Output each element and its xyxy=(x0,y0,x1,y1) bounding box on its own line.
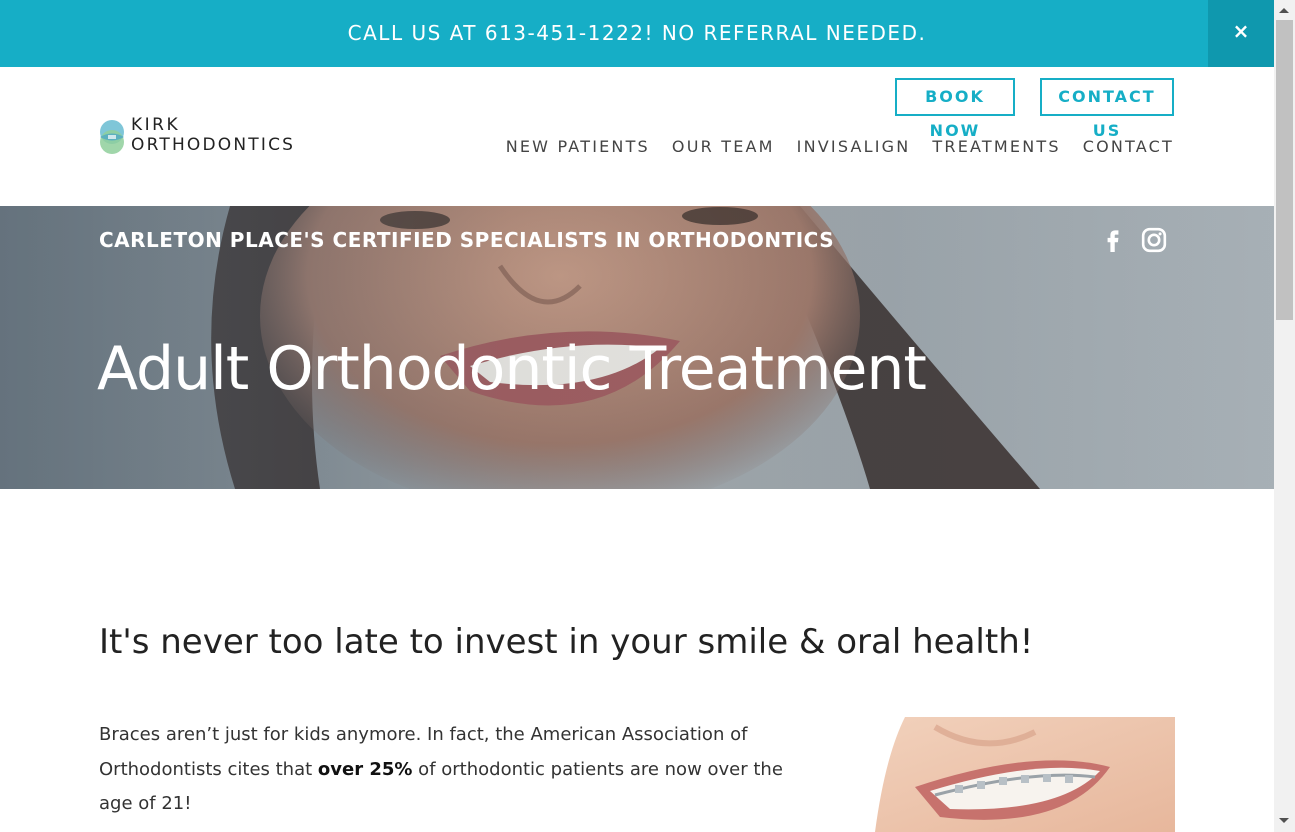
announcement-bar: CALL US AT 613-451-1222! NO REFERRAL NEE… xyxy=(0,0,1274,67)
scroll-up-arrow-icon[interactable] xyxy=(1279,8,1289,13)
book-now-button[interactable]: BOOK NOW xyxy=(895,78,1015,140)
hero-banner: CARLETON PLACE'S CERTIFIED SPECIALISTS I… xyxy=(0,206,1274,489)
scrollbar-thumb[interactable] xyxy=(1276,20,1293,320)
braces-smile-illustration xyxy=(845,717,1175,832)
facebook-icon[interactable] xyxy=(1100,226,1126,252)
vertical-scrollbar[interactable] xyxy=(1274,0,1295,832)
nav-item-new-patients[interactable]: NEW PATIENTS xyxy=(506,136,650,158)
contact-us-button[interactable]: CONTACT US xyxy=(1040,78,1174,140)
page-title: Adult Orthodontic Treatment xyxy=(97,334,927,404)
main-nav: NEW PATIENTS OUR TEAM INVISALIGN TREATME… xyxy=(506,136,1174,158)
intro-paragraph: Braces aren’t just for kids anymore. In … xyxy=(99,718,799,822)
hero-tagline: CARLETON PLACE'S CERTIFIED SPECIALISTS I… xyxy=(99,228,835,252)
site-logo[interactable]: KIRK ORTHODONTICS xyxy=(99,115,329,158)
announcement-text[interactable]: CALL US AT 613-451-1222! NO REFERRAL NEE… xyxy=(0,0,1274,67)
close-icon[interactable]: × xyxy=(1208,0,1274,67)
nav-item-our-team[interactable]: OUR TEAM xyxy=(672,136,775,158)
nav-item-invisalign[interactable]: INVISALIGN xyxy=(797,136,911,158)
nav-item-contact[interactable]: CONTACT xyxy=(1083,136,1174,158)
section-heading: It's never too late to invest in your sm… xyxy=(99,622,1034,662)
logo-mark-icon xyxy=(100,120,124,154)
nav-item-treatments[interactable]: TREATMENTS xyxy=(932,136,1060,158)
braces-smile-image xyxy=(845,717,1175,832)
instagram-icon[interactable] xyxy=(1141,227,1167,253)
scroll-down-arrow-icon[interactable] xyxy=(1279,818,1289,823)
intro-text-bold: over 25% xyxy=(317,758,413,780)
logo-text-orthodontics: ORTHODONTICS xyxy=(131,135,296,155)
logo-text-kirk: KIRK xyxy=(131,115,181,135)
